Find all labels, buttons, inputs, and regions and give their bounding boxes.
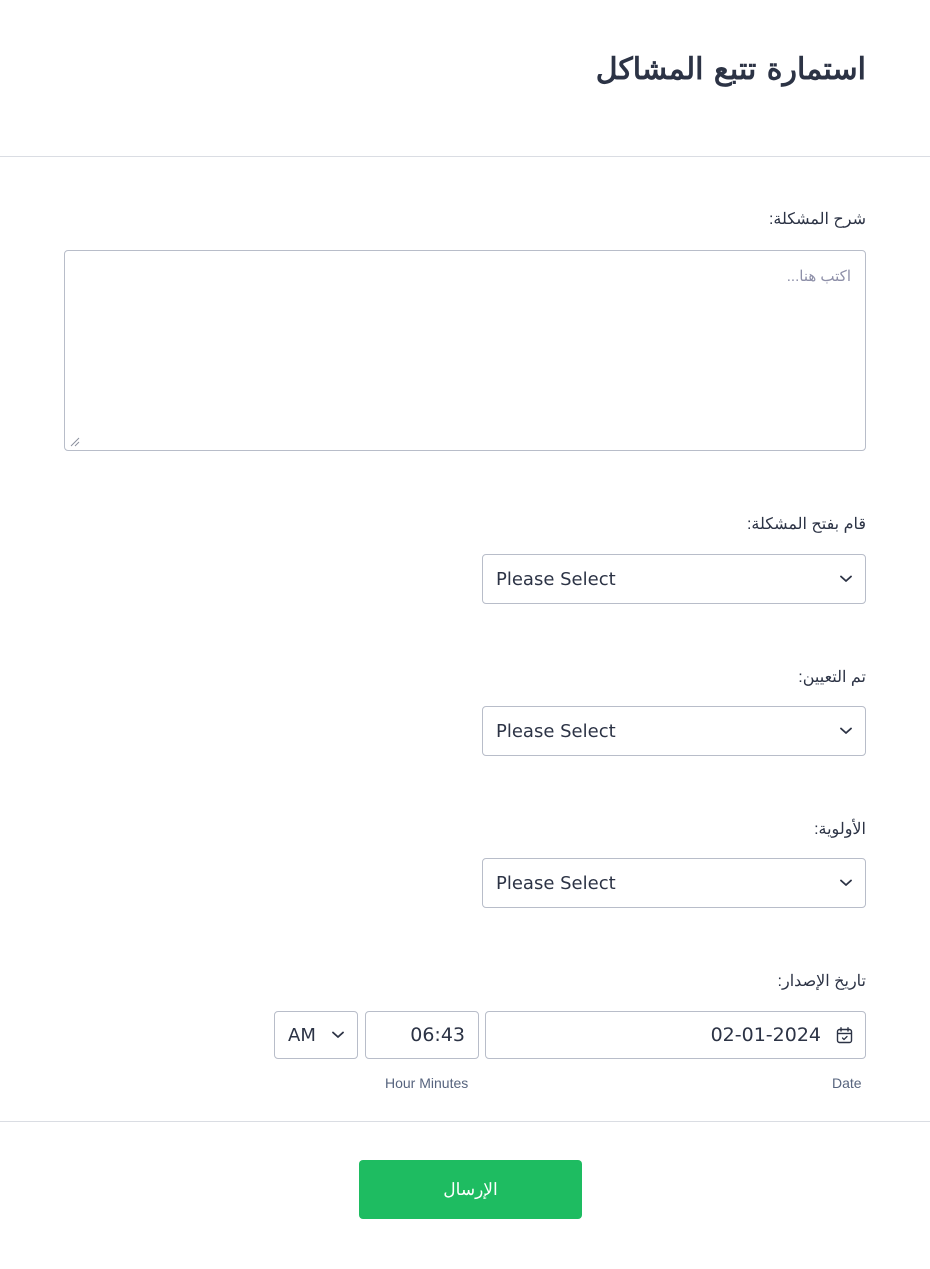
opened-by-select[interactable]: Please Select <box>482 554 866 604</box>
page-title: استمارة تتبع المشاكل <box>595 52 866 87</box>
assigned-to-value: Please Select <box>496 720 616 742</box>
time-sublabel: Hour Minutes <box>385 1075 469 1091</box>
priority-select[interactable]: Please Select <box>482 858 866 908</box>
header-divider <box>0 156 930 157</box>
time-input[interactable]: 06:43 <box>365 1011 479 1059</box>
chevron-down-icon <box>839 876 853 890</box>
priority-label: الأولوية: <box>814 821 866 838</box>
opened-by-label: قام بفتح المشكلة: <box>746 516 866 533</box>
opened-by-value: Please Select <box>496 568 616 590</box>
assigned-to-label: تم التعيين: <box>798 669 866 686</box>
date-input[interactable]: 02-01-2024 <box>485 1011 866 1059</box>
issue-date-label: تاريخ الإصدار: <box>777 973 866 990</box>
resize-grip-icon[interactable] <box>68 435 80 447</box>
chevron-down-icon <box>839 572 853 586</box>
description-label: شرح المشكلة: <box>768 211 866 228</box>
chevron-down-icon <box>839 724 853 738</box>
date-value: 02-01-2024 <box>710 1024 821 1046</box>
ampm-select[interactable]: AM <box>274 1011 358 1059</box>
description-textarea[interactable] <box>64 250 866 451</box>
footer-divider <box>0 1121 930 1122</box>
time-value: 06:43 <box>410 1024 465 1046</box>
chevron-down-icon <box>331 1028 345 1042</box>
assigned-to-select[interactable]: Please Select <box>482 706 866 756</box>
priority-value: Please Select <box>496 872 616 894</box>
date-sublabel: Date <box>832 1075 862 1091</box>
calendar-icon[interactable] <box>835 1026 853 1044</box>
ampm-value: AM <box>288 1024 316 1046</box>
submit-button[interactable]: الإرسال <box>359 1160 582 1219</box>
